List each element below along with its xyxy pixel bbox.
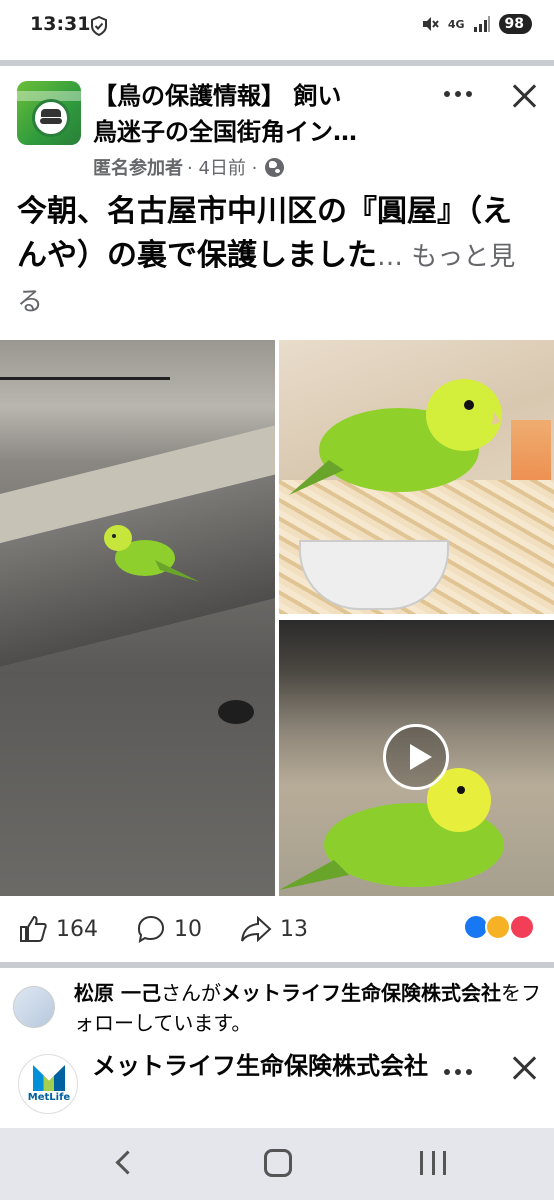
navigation-bar — [0, 1128, 554, 1200]
play-icon[interactable] — [383, 724, 449, 790]
love-reaction-icon — [509, 914, 535, 940]
follower-name[interactable]: 松原 一己 — [74, 981, 161, 1005]
back-icon[interactable] — [113, 1150, 135, 1176]
post-header: 【鳥の保護情報】 飼い 鳥迷子の全国街角イン… 匿名参加者 · 4日前 · — [0, 66, 554, 190]
reaction-summary[interactable] — [463, 914, 537, 940]
post-time[interactable]: · 4日前 · — [187, 154, 257, 180]
media-grid — [0, 340, 554, 896]
share-button[interactable]: 13 — [240, 914, 308, 944]
comment-count: 10 — [174, 916, 202, 942]
shield-check-icon — [91, 16, 107, 36]
reaction-bar: 164 10 13 — [0, 896, 554, 962]
photo-bird-in-cage[interactable] — [279, 340, 554, 614]
ad-page-title[interactable]: メットライフ生命保険株式会社 — [92, 1048, 432, 1084]
post-text[interactable]: 今朝、名古屋市中川区の『圓屋』（えんや）の裏で保護しました… もっと見る — [17, 190, 537, 324]
follow-notice[interactable]: 松原 一己さんがメットライフ生命保険株式会社をフォローしています。 — [0, 968, 554, 1038]
like-button[interactable]: 164 — [18, 914, 98, 944]
status-time: 13:31 — [30, 13, 91, 35]
budgie-image — [104, 525, 200, 582]
stone — [218, 700, 254, 724]
budgie-image — [289, 379, 502, 495]
author-name[interactable]: 匿名参加者 — [93, 154, 183, 180]
sponsored-post-header: MetLife メットライフ生命保険株式会社 — [0, 1040, 554, 1128]
share-count: 13 — [280, 916, 308, 942]
photo-bird-on-curb[interactable] — [0, 340, 275, 896]
railing — [0, 340, 170, 380]
network-type: 4G — [447, 17, 465, 31]
metlife-mark — [33, 1065, 65, 1091]
care-reaction-icon — [485, 914, 511, 940]
video-bird-in-cage[interactable] — [279, 620, 554, 896]
thumbs-up-icon — [20, 915, 47, 942]
follow-connector: さんが — [160, 981, 221, 1005]
share-icon — [241, 915, 272, 943]
more-options-button[interactable] — [440, 84, 476, 104]
comment-icon — [137, 915, 165, 943]
close-icon[interactable] — [508, 1052, 540, 1084]
comment-button[interactable]: 10 — [136, 914, 202, 944]
user-avatar[interactable] — [13, 986, 55, 1028]
home-icon[interactable] — [264, 1149, 292, 1177]
signal-icon — [473, 16, 490, 32]
battery-indicator: 98 — [498, 14, 532, 34]
post-meta: 匿名参加者 · 4日前 · — [93, 154, 285, 180]
status-bar: 13:31 4G 98 — [0, 0, 554, 56]
followed-page[interactable]: メットライフ生命保険株式会社 — [221, 981, 501, 1005]
globe-icon — [265, 157, 285, 177]
close-icon[interactable] — [508, 80, 540, 112]
recent-apps-icon[interactable] — [420, 1151, 446, 1175]
anonymous-icon — [32, 99, 70, 137]
follow-text: 松原 一己さんがメットライフ生命保険株式会社をフォローしています。 — [74, 978, 544, 1038]
group-title-line: 【鳥の保護情報】 飼い — [93, 82, 342, 110]
brand-label: MetLife — [27, 1092, 71, 1103]
group-title[interactable]: 【鳥の保護情報】 飼い 鳥迷子の全国街角イン… — [93, 78, 423, 150]
metlife-logo[interactable]: MetLife — [18, 1054, 78, 1114]
group-avatar[interactable] — [17, 81, 81, 145]
mute-icon — [422, 17, 439, 31]
group-title-line: 鳥迷子の全国街角イン… — [93, 118, 357, 146]
more-options-button[interactable] — [440, 1062, 476, 1082]
like-count: 164 — [56, 916, 98, 942]
